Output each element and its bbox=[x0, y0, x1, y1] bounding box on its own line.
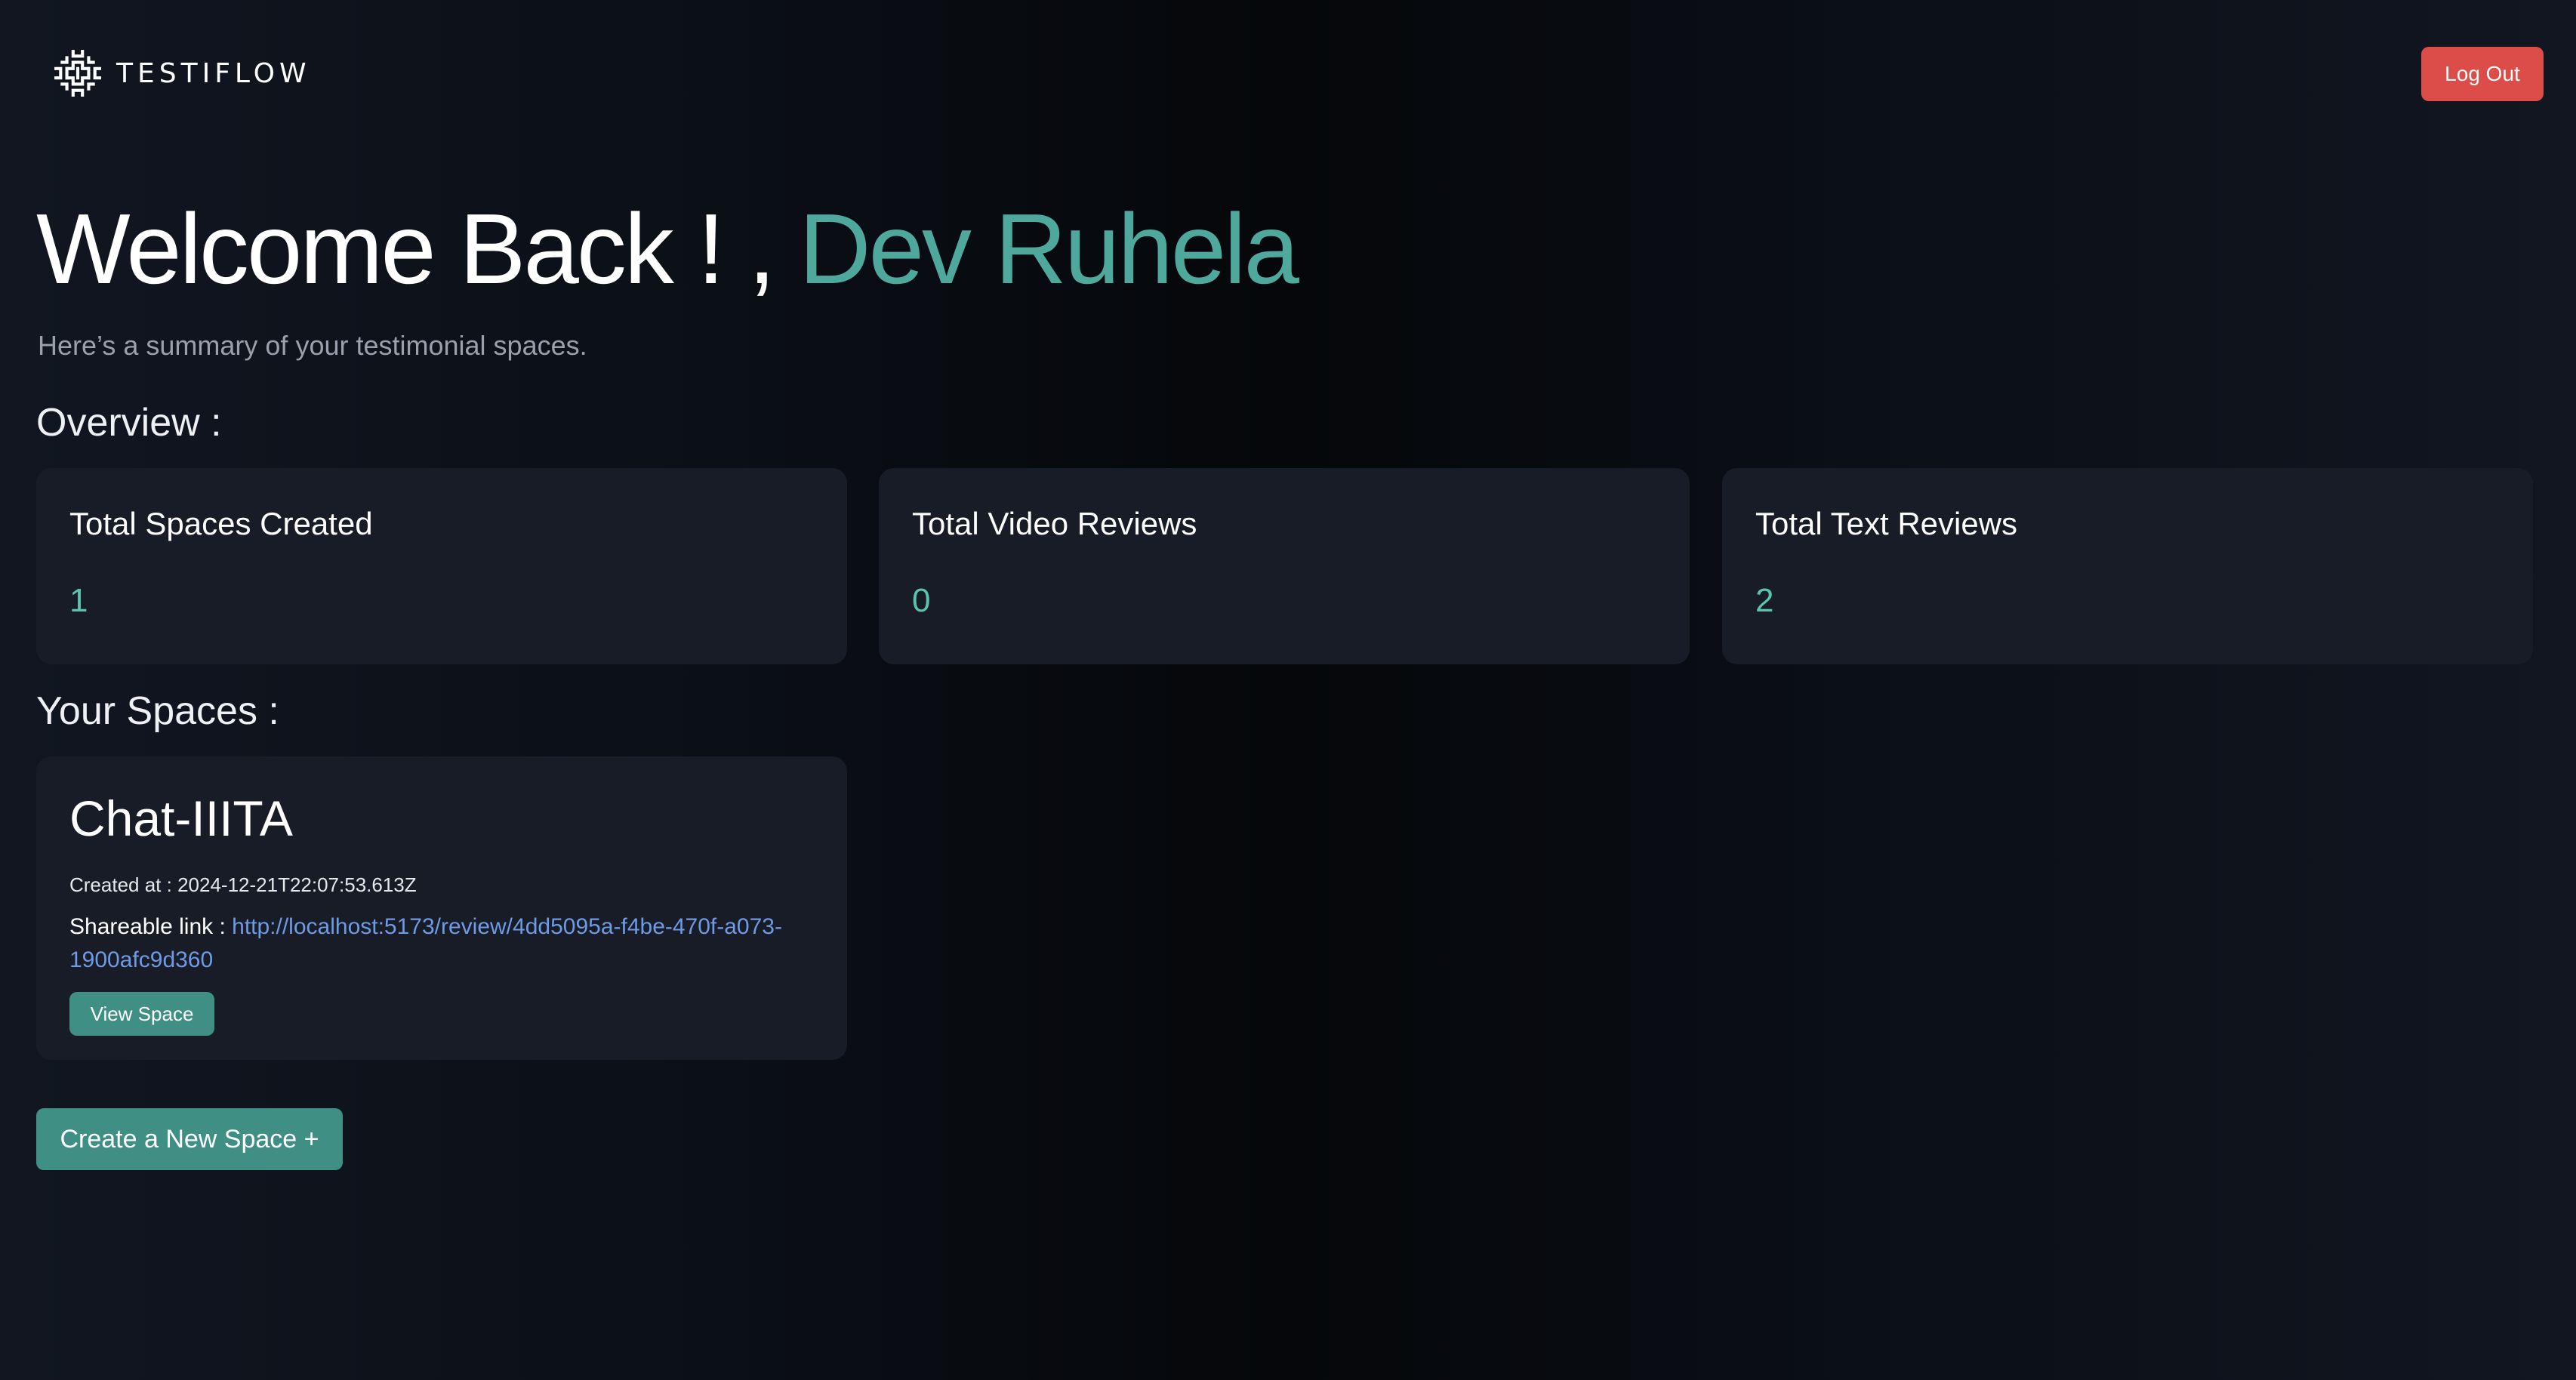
stat-value: 2 bbox=[1755, 582, 1774, 619]
welcome-subtitle: Here’s a summary of your testimonial spa… bbox=[38, 330, 587, 361]
maze-logo-icon bbox=[54, 50, 101, 97]
stat-label: Total Video Reviews bbox=[912, 506, 1197, 541]
create-new-space-button[interactable]: Create a New Space + bbox=[36, 1108, 343, 1170]
stat-card-text-reviews: Total Text Reviews 2 bbox=[1722, 468, 2533, 664]
shareable-link-label: Shareable link : bbox=[69, 914, 233, 939]
stat-value: 1 bbox=[69, 582, 88, 619]
top-bar: TESTIFLOW Log Out bbox=[0, 0, 2576, 143]
stat-label: Total Text Reviews bbox=[1755, 506, 2018, 541]
created-label: Created at : bbox=[69, 873, 178, 896]
space-card: Chat-IIITA Created at : 2024-12-21T22:07… bbox=[36, 756, 847, 1060]
stat-card-video-reviews: Total Video Reviews 0 bbox=[879, 468, 1690, 664]
your-spaces-title: Your Spaces : bbox=[36, 689, 279, 733]
space-created-at: Created at : 2024-12-21T22:07:53.613Z bbox=[69, 871, 417, 898]
brand[interactable]: TESTIFLOW bbox=[53, 47, 311, 100]
brand-name: TESTIFLOW bbox=[116, 57, 311, 89]
stat-label: Total Spaces Created bbox=[69, 506, 373, 541]
welcome-heading: Welcome Back ! , Dev Ruhela bbox=[36, 189, 1299, 310]
logout-button[interactable]: Log Out bbox=[2421, 47, 2544, 101]
welcome-greeting: Welcome Back ! , bbox=[36, 193, 800, 304]
stat-value: 0 bbox=[912, 582, 931, 619]
view-space-button[interactable]: View Space bbox=[69, 992, 214, 1036]
overview-title: Overview : bbox=[36, 401, 222, 445]
space-shareable-link: Shareable link : http://localhost:5173/r… bbox=[69, 910, 824, 977]
user-name: Dev Ruhela bbox=[799, 193, 1299, 304]
created-value: 2024-12-21T22:07:53.613Z bbox=[177, 873, 417, 896]
stat-card-spaces: Total Spaces Created 1 bbox=[36, 468, 847, 664]
space-title: Chat-IIITA bbox=[69, 790, 293, 846]
